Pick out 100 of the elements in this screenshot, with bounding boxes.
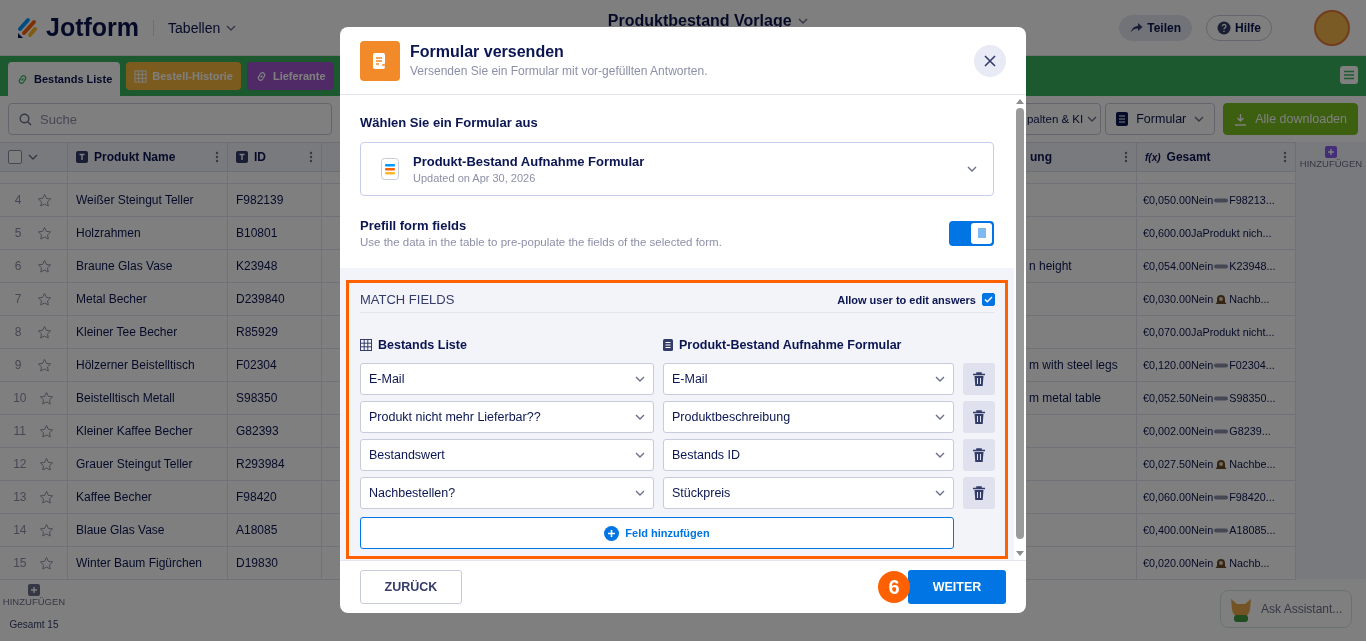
field-label: Wählen Sie ein Formular aus xyxy=(360,115,539,130)
help-icon xyxy=(1217,20,1231,35)
sheet-tab[interactable]: Bestands Liste xyxy=(8,62,121,96)
scroll-down-icon[interactable] xyxy=(1016,551,1024,556)
checkbox[interactable] xyxy=(8,150,22,164)
assistant-button[interactable]: Ask Assistant... xyxy=(1220,590,1352,628)
delete-button[interactable] xyxy=(963,439,995,471)
form-icon xyxy=(663,339,673,351)
more-icon[interactable] xyxy=(1283,151,1287,163)
star-icon[interactable] xyxy=(37,324,53,340)
field-select[interactable]: Produkt nicht mehr Lieferbar?? xyxy=(360,401,654,433)
table-cell: Winter Baum Figürchen xyxy=(68,547,228,580)
field-select[interactable]: E-Mail xyxy=(360,363,654,395)
dash-icon xyxy=(1214,395,1229,401)
table-cell: Beistelltisch Metall xyxy=(68,382,228,415)
page-title: Produktbestand Vorlage xyxy=(607,11,792,30)
more-icon[interactable] xyxy=(309,151,313,163)
field-select[interactable]: E-Mail xyxy=(663,363,954,395)
dash-icon xyxy=(1214,428,1229,434)
checkbox-label: Allow user to edit answers xyxy=(837,293,976,306)
table-cell: Grauer Steingut Teller xyxy=(68,448,228,481)
chevron-down-icon xyxy=(635,452,645,458)
column-header[interactable]: ID xyxy=(228,142,322,172)
field-select[interactable]: Stückpreis xyxy=(663,477,954,509)
table-cell: S98350 xyxy=(228,382,322,415)
table-cell: R85929 xyxy=(228,316,322,349)
sheet-tab[interactable]: Lieferante xyxy=(246,62,334,90)
column-label: Produkt Name xyxy=(94,150,177,164)
column-label: ID xyxy=(254,150,267,164)
back-button[interactable]: ZURÜCK xyxy=(360,570,462,604)
form-select[interactable]: Produkt-Bestand Aufnahme Formular Updated on Apr 30, 2026 xyxy=(360,142,994,196)
chevron-down-icon xyxy=(28,154,38,160)
delete-button[interactable] xyxy=(963,477,995,509)
row-number: 7 xyxy=(14,292,22,306)
avatar[interactable] xyxy=(1314,9,1350,46)
row-number: 15 xyxy=(13,556,27,570)
chevron-down-icon xyxy=(967,166,977,172)
star-icon[interactable] xyxy=(38,489,54,505)
star-icon[interactable] xyxy=(38,522,54,538)
grid-icon xyxy=(134,69,148,83)
menu-icon[interactable] xyxy=(1340,66,1358,84)
close-button[interactable] xyxy=(974,44,1006,77)
star-icon[interactable] xyxy=(38,423,54,439)
delete-button[interactable] xyxy=(963,363,995,395)
add-column-label[interactable]: HINZUFÜGEN xyxy=(1299,158,1363,169)
star-icon[interactable] xyxy=(37,357,53,373)
star-icon[interactable] xyxy=(38,555,54,571)
close-icon xyxy=(984,54,996,67)
chevron-down-icon xyxy=(935,490,945,496)
star-icon[interactable] xyxy=(38,456,54,472)
more-icon[interactable] xyxy=(215,151,219,163)
row-number: 4 xyxy=(14,193,22,207)
star-icon[interactable] xyxy=(37,291,53,307)
add-icon[interactable] xyxy=(28,584,40,596)
cell-text: Nachbe... xyxy=(1229,458,1276,470)
star-icon[interactable] xyxy=(37,225,53,241)
table-cell: Kaffee Becher xyxy=(68,481,228,514)
app-menu[interactable]: Tabellen xyxy=(153,19,237,36)
add-icon[interactable] xyxy=(1325,146,1337,158)
scroll-thumb[interactable] xyxy=(1016,108,1024,539)
chevron-down-icon xyxy=(1087,116,1098,122)
cell-text: €0,070.00JaProdukt nicht... xyxy=(1143,326,1275,338)
checkbox[interactable] xyxy=(982,293,995,306)
next-button[interactable]: WEITER xyxy=(908,570,1006,604)
table-cell: Weißer Steingut Teller xyxy=(68,184,228,217)
add-field-button[interactable]: Feld hinzufügen xyxy=(360,517,954,549)
add-row-label[interactable]: HINZUFÜGEN xyxy=(2,596,66,607)
more-icon[interactable] xyxy=(1124,151,1128,163)
chevron-down-icon xyxy=(935,452,945,458)
chevron-down-icon xyxy=(635,414,645,420)
cell-text: €0,400.00Nein xyxy=(1143,524,1214,536)
cell-text: €0,027.50Nein xyxy=(1143,458,1214,470)
cell-text: €0,600.00JaProdukt nich... xyxy=(1143,227,1272,239)
cell-text: €0,060.00Nein xyxy=(1143,491,1214,503)
cell-text: G8239... xyxy=(1229,425,1271,437)
table-cell: K23948 xyxy=(228,250,322,283)
column-header[interactable]: f(x) Gesamt xyxy=(1137,142,1296,172)
section-title: MATCH FIELDS xyxy=(360,292,455,307)
trash-icon xyxy=(973,448,985,462)
field-select[interactable]: Nachbestellen? xyxy=(360,477,654,509)
cell-text: F98420... xyxy=(1229,491,1275,503)
column-header[interactable]: Produkt Name xyxy=(68,142,228,172)
star-icon[interactable] xyxy=(37,192,53,208)
setting-title: Prefill form fields xyxy=(360,218,468,233)
table-cell: F98420 xyxy=(228,481,322,514)
cell-text: €0,052.50Nein xyxy=(1143,392,1214,404)
table-icon xyxy=(360,339,372,351)
share-button[interactable]: Teilen xyxy=(1119,14,1192,41)
chevron-down-icon xyxy=(1194,116,1205,122)
field-select[interactable]: Produktbeschreibung xyxy=(663,401,954,433)
star-icon[interactable] xyxy=(37,258,53,274)
trash-icon xyxy=(973,372,985,386)
delete-button[interactable] xyxy=(963,401,995,433)
field-select[interactable]: Bestands ID xyxy=(663,439,954,471)
dropdown-button[interactable]: Formular xyxy=(1105,103,1216,135)
star-icon[interactable] xyxy=(38,390,54,406)
help-button[interactable]: Hilfe xyxy=(1206,14,1272,41)
toggle-switch[interactable] xyxy=(949,220,994,246)
cell-text: €0,054.00Nein xyxy=(1143,260,1214,272)
field-select[interactable]: Bestandswert xyxy=(360,439,654,471)
